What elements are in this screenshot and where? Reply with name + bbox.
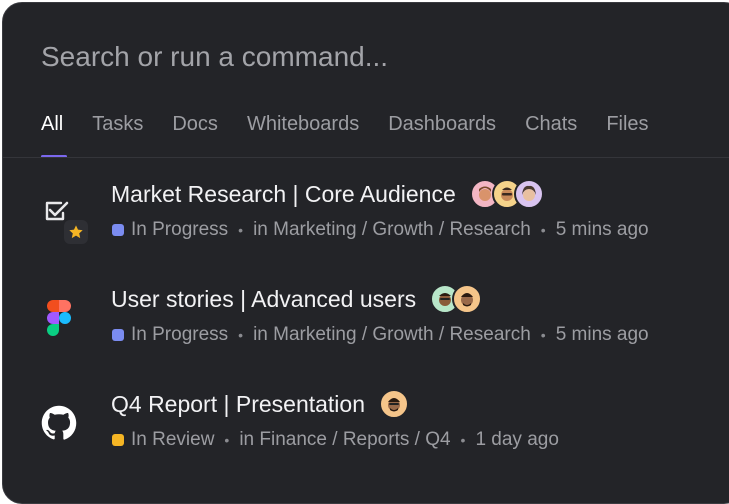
tab-whiteboards[interactable]: Whiteboards xyxy=(247,113,359,136)
timestamp: 1 day ago xyxy=(475,429,559,450)
tab-all[interactable]: All xyxy=(41,113,63,136)
result-row[interactable]: Market Research | Core Audience In Progr… xyxy=(3,163,729,268)
timestamp: 5 mins ago xyxy=(555,324,649,345)
tab-files[interactable]: Files xyxy=(606,113,648,136)
separator-dot: • xyxy=(540,222,546,238)
assignee-avatars xyxy=(430,284,483,314)
separator-dot: • xyxy=(238,222,244,238)
star-icon xyxy=(64,220,88,244)
separator-dot: • xyxy=(238,327,244,343)
result-title: Q4 Report | Presentation xyxy=(111,390,365,417)
timestamp: 5 mins ago xyxy=(555,219,649,240)
separator-dot: • xyxy=(224,432,230,448)
separator-dot: • xyxy=(540,327,546,343)
avatar xyxy=(452,284,483,314)
result-title: Market Research | Core Audience xyxy=(111,180,456,207)
result-row[interactable]: Q4 Report | Presentation In Review • in … xyxy=(3,373,729,478)
status-label: In Progress xyxy=(131,219,229,240)
location-path: in Marketing / Growth / Research xyxy=(253,219,531,240)
avatar xyxy=(379,389,409,419)
command-palette: All Tasks Docs Whiteboards Dashboards Ch… xyxy=(2,2,729,504)
status-indicator xyxy=(112,224,124,236)
result-row[interactable]: User stories | Advanced users In Progres… xyxy=(3,268,729,373)
tab-dashboards[interactable]: Dashboards xyxy=(388,113,496,136)
status-label: In Review xyxy=(131,429,215,450)
assignee-avatars xyxy=(469,179,544,209)
location-path: in Marketing / Growth / Research xyxy=(253,324,531,345)
divider xyxy=(3,157,729,158)
status-indicator xyxy=(112,434,124,446)
assignee-avatars xyxy=(379,389,409,419)
separator-dot: • xyxy=(460,432,466,448)
tab-tasks[interactable]: Tasks xyxy=(92,113,143,136)
location-path: in Finance / Reports / Q4 xyxy=(239,429,451,450)
tab-docs[interactable]: Docs xyxy=(172,113,218,136)
avatar xyxy=(513,179,544,209)
tab-chats[interactable]: Chats xyxy=(525,113,577,136)
status-label: In Progress xyxy=(131,324,229,345)
status-indicator xyxy=(112,329,124,341)
search-input[interactable] xyxy=(41,37,701,77)
tab-bar: All Tasks Docs Whiteboards Dashboards Ch… xyxy=(41,113,649,136)
figma-icon xyxy=(39,298,79,338)
github-icon xyxy=(39,403,79,443)
result-title: User stories | Advanced users xyxy=(111,285,417,312)
